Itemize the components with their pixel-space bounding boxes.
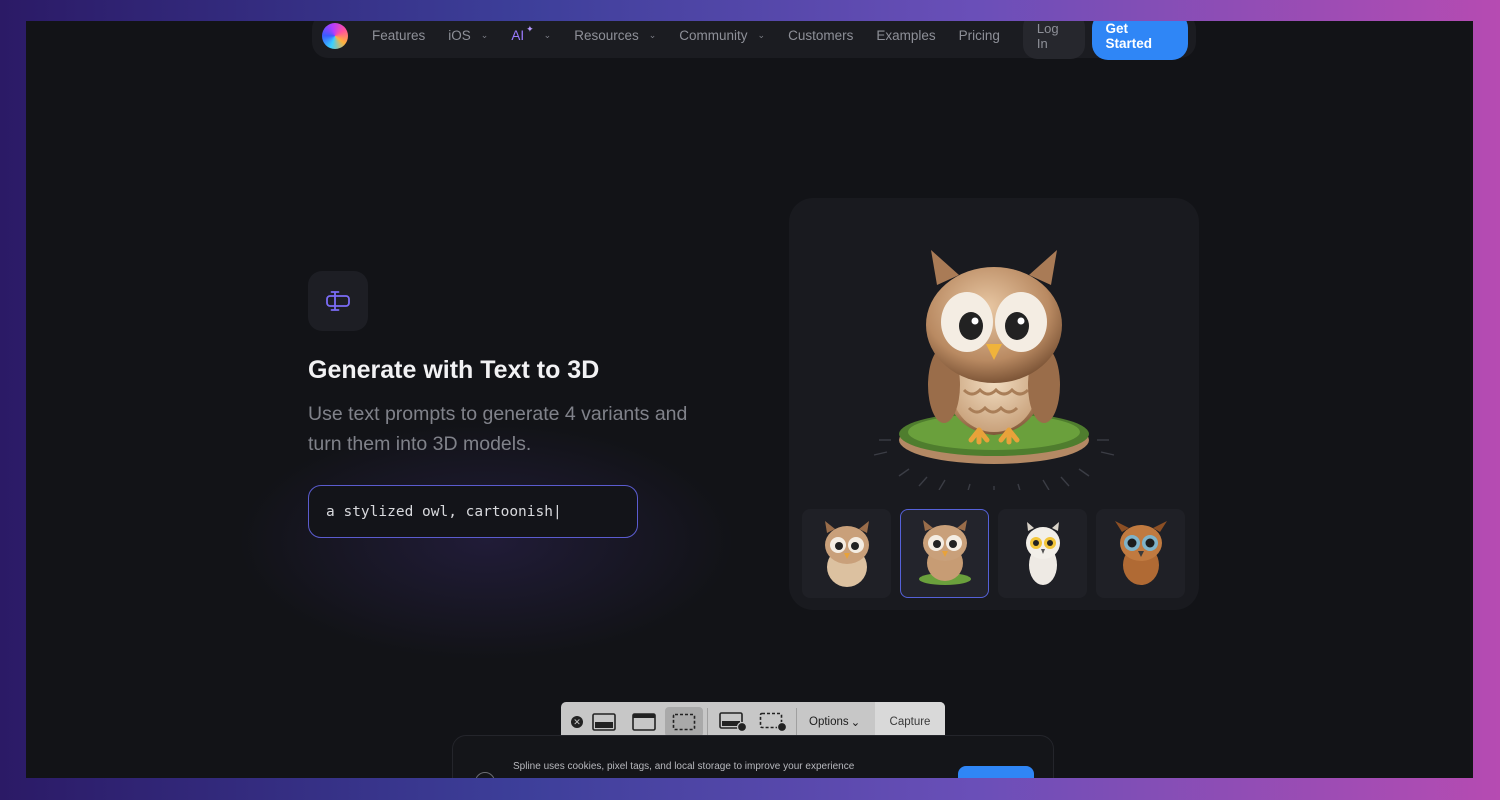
record-selection-button[interactable] xyxy=(754,707,792,737)
owl-variant-thumbnail[interactable] xyxy=(998,509,1087,598)
nav-item-examples[interactable]: Examples xyxy=(876,28,935,43)
nav-item-customers[interactable]: Customers xyxy=(788,28,853,43)
browser-viewport: Features iOS ⌄ AI ✦ ⌄ Resources ⌄ Community ⌄… xyxy=(26,21,1473,778)
text-cursor-icon xyxy=(326,291,350,311)
prompt-input[interactable]: a stylized owl, cartoonish| xyxy=(308,485,638,538)
nav-item-resources[interactable]: Resources ⌄ xyxy=(574,28,656,43)
capture-window-button[interactable] xyxy=(625,707,663,737)
chevron-down-icon: ⌄ xyxy=(543,30,552,40)
owl-variant-thumbnail-selected[interactable] xyxy=(900,509,989,598)
top-navigation: Features iOS ⌄ AI ✦ ⌄ Resources ⌄ Community ⌄… xyxy=(312,21,1196,60)
owl-variant-1-image xyxy=(824,520,869,587)
owl-variant-3-image xyxy=(1025,521,1060,585)
section-title: Generate with Text to 3D xyxy=(308,356,600,384)
chevron-down-icon: ⌄ xyxy=(648,30,657,40)
record-selection-icon xyxy=(759,712,787,732)
owl-variant-thumbnail[interactable] xyxy=(1096,509,1185,598)
sparkle-icon: ✦ xyxy=(526,24,534,34)
get-started-button[interactable]: Get Started xyxy=(1092,21,1188,60)
options-dropdown[interactable]: Options ⌄ xyxy=(809,715,860,729)
nav-item-ios[interactable]: iOS ⌄ xyxy=(448,28,488,43)
chevron-down-icon: ⌄ xyxy=(757,30,766,40)
cookie-icon xyxy=(475,772,495,778)
window-icon xyxy=(632,713,656,731)
record-screen-button[interactable] xyxy=(714,707,752,737)
section-description: Use text prompts to generate 4 variants … xyxy=(308,403,688,455)
nav-item-ai[interactable]: AI ✦ ⌄ xyxy=(511,24,552,43)
capture-entire-screen-button[interactable] xyxy=(585,707,623,737)
cookie-text: Spline uses cookies, pixel tags, and loc… xyxy=(513,761,855,772)
nav-item-features[interactable]: Features xyxy=(372,28,425,43)
toolbar-divider xyxy=(707,708,708,736)
cookie-accept-button[interactable] xyxy=(958,766,1034,778)
owl-variant-thumbnail[interactable] xyxy=(802,509,891,598)
log-in-button[interactable]: Log In xyxy=(1022,21,1086,59)
nav-item-pricing[interactable]: Pricing xyxy=(959,28,1000,43)
model-preview-card xyxy=(789,198,1199,610)
chevron-down-icon: ⌄ xyxy=(480,30,489,40)
capture-selection-button[interactable] xyxy=(665,707,703,737)
close-icon[interactable]: ✕ xyxy=(571,716,583,728)
toolbar-divider xyxy=(796,708,797,736)
chevron-down-icon: ⌄ xyxy=(850,717,861,729)
owl-3d-model[interactable] xyxy=(859,240,1129,490)
selection-icon xyxy=(672,713,696,731)
cookie-banner: Spline uses cookies, pixel tags, and loc… xyxy=(452,735,1054,778)
record-screen-icon xyxy=(719,712,747,732)
owl-variant-4-image xyxy=(1114,520,1167,585)
nav-item-community[interactable]: Community ⌄ xyxy=(679,28,765,43)
spline-logo[interactable] xyxy=(322,22,348,49)
feature-icon-tile xyxy=(308,271,368,331)
owl-variant-2-image xyxy=(918,519,971,585)
screen-icon xyxy=(592,713,616,731)
